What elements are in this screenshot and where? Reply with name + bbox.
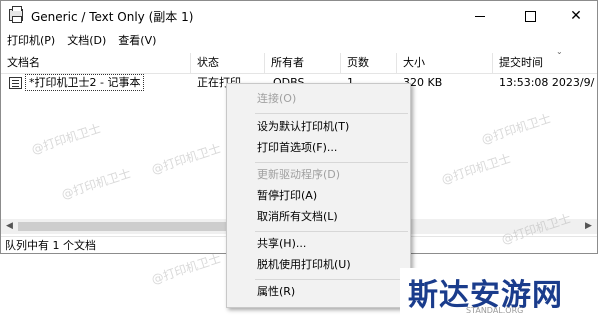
- menu-divider: [255, 113, 408, 114]
- maximize-icon: [524, 10, 536, 22]
- minimize-icon: [475, 15, 485, 17]
- column-header-row: 文档名 状态 所有者 页数 大小 提交时间: [1, 53, 597, 74]
- menu-item-connect: 连接(O): [257, 92, 297, 105]
- menu-document[interactable]: 文档(D): [61, 31, 112, 51]
- document-name: *打印机卫士2 - 记事本: [25, 74, 145, 91]
- sort-indicator-icon: ⌄: [556, 47, 563, 56]
- column-status[interactable]: 状态: [191, 53, 265, 73]
- context-menu: 连接(O) 设为默认打印机(T) 打印首选项(F)... 更新驱动程序(D) 暂…: [226, 83, 411, 308]
- scroll-right-icon[interactable]: ▶: [580, 219, 597, 234]
- menu-item-sharing[interactable]: 共享(H)...: [227, 233, 410, 255]
- maximize-button[interactable]: [507, 1, 553, 31]
- site-logo: 斯达安游网 STANDAL.ORG: [400, 268, 600, 317]
- close-button[interactable]: ✕: [553, 1, 599, 31]
- minimize-button[interactable]: [457, 1, 503, 31]
- document-icon: [9, 77, 22, 89]
- menu-item-pause-printing[interactable]: 暂停打印(A): [227, 185, 410, 207]
- menu-view[interactable]: 查看(V): [112, 31, 162, 51]
- menu-bar: 打印机(P) 文档(D) 查看(V): [1, 31, 597, 51]
- menu-divider: [255, 162, 408, 163]
- menu-item-properties[interactable]: 属性(R): [227, 281, 410, 303]
- column-size[interactable]: 大小: [397, 53, 493, 73]
- window-title: Generic / Text Only (副本 1): [31, 10, 194, 24]
- row-time: 13:53:08 2023/9/: [499, 76, 595, 89]
- menu-item-preferences[interactable]: 打印首选项(F)...: [227, 137, 410, 159]
- scroll-left-icon[interactable]: ◀: [1, 219, 18, 234]
- column-pages[interactable]: 页数: [341, 53, 397, 73]
- column-document-name[interactable]: 文档名: [1, 53, 191, 73]
- column-submitted[interactable]: 提交时间: [493, 53, 599, 73]
- menu-item-cancel-all[interactable]: 取消所有文档(L): [227, 206, 410, 228]
- close-icon: ✕: [570, 8, 582, 24]
- logo-subtext: STANDAL.ORG: [466, 306, 524, 315]
- menu-divider: [255, 279, 408, 280]
- menu-item-use-offline[interactable]: 脱机使用打印机(U): [227, 254, 410, 276]
- menu-item-update-driver: 更新驱动程序(D): [257, 168, 341, 181]
- title-bar[interactable]: Generic / Text Only (副本 1) ✕: [1, 1, 597, 31]
- menu-divider: [255, 231, 408, 232]
- printer-icon: [9, 6, 23, 23]
- menu-item-set-default[interactable]: 设为默认打印机(T): [227, 116, 410, 138]
- watermark: @打印机卫士: [149, 251, 223, 287]
- menu-printer[interactable]: 打印机(P): [1, 31, 61, 51]
- column-owner[interactable]: 所有者: [265, 53, 341, 73]
